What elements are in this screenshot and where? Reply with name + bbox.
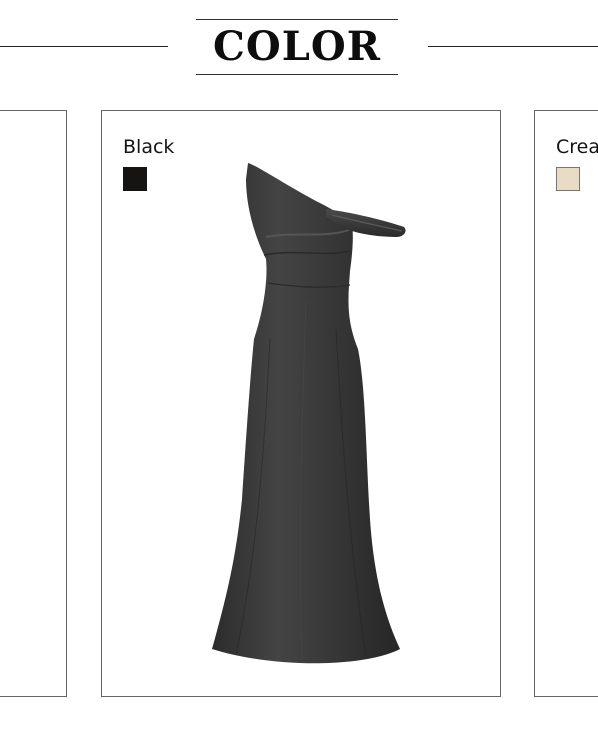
dress-image <box>212 163 406 664</box>
dress-body <box>212 163 400 664</box>
color-label-cream: Crea <box>556 136 598 158</box>
section-title: COLOR <box>213 23 381 70</box>
heading-rule-right <box>428 46 598 47</box>
color-label-black: Black <box>123 136 175 158</box>
color-card-cream[interactable]: Crea <box>534 110 598 697</box>
color-card-black[interactable]: Black <box>101 110 501 697</box>
color-swatch-cream[interactable] <box>556 167 580 191</box>
heading-rule-left <box>0 46 168 47</box>
color-card-left-partial[interactable] <box>0 110 67 697</box>
color-swatch-black[interactable] <box>123 167 147 191</box>
section-heading: COLOR <box>196 19 398 75</box>
